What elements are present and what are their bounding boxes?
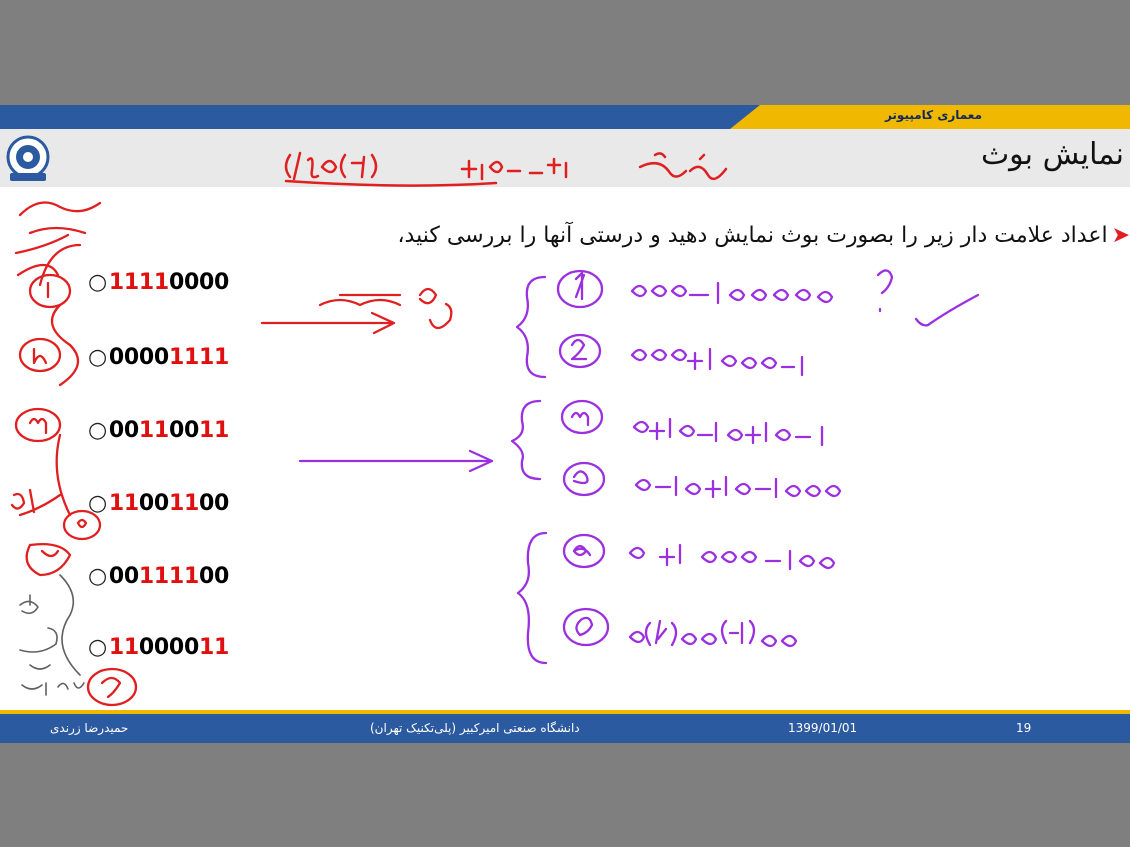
- item-digits-red: 1111: [108, 270, 169, 295]
- instruction-text: اعداد علامت دار زیر را بصورت بوث نمایش د…: [397, 223, 1108, 248]
- binary-item-2: ○00001111: [88, 345, 229, 370]
- bullet-circle-icon: ○: [88, 418, 107, 443]
- slide: معماری کامپیوتر نمایش بوث ➤اعداد علامت د…: [0, 105, 1130, 743]
- university-logo-icon: [6, 135, 50, 181]
- binary-item-3: ○00110011: [88, 418, 229, 443]
- slide-title: نمایش بوث: [980, 137, 1124, 172]
- footer-author: حمیدرضا زرندی: [50, 721, 129, 735]
- footer-page-number: 19: [1016, 721, 1032, 735]
- item-digits-red: 1111: [168, 345, 229, 370]
- top-bar: معماری کامپیوتر: [0, 105, 1130, 129]
- footer-bar: حمیدرضا زرندی دانشگاه صنعتی امیرکبیر (پل…: [0, 710, 1130, 743]
- bullet-circle-icon: ○: [88, 345, 107, 370]
- item-digits-black: 0000: [168, 270, 229, 295]
- bullet-circle-icon: ○: [88, 270, 107, 295]
- footer-date: 1399/01/01: [788, 721, 858, 735]
- item-digits-black: 0000: [108, 345, 169, 370]
- margin-ink-red: [10, 201, 453, 707]
- title-bar: نمایش بوث: [0, 129, 1130, 187]
- footer-university: دانشگاه صنعتی امیرکبیر (پلی‌تکنیک تهران): [370, 721, 580, 735]
- binary-item-5: ○00111100: [88, 564, 229, 589]
- working-ink-purple: [298, 269, 980, 665]
- binary-item-4: ○11001100: [88, 491, 229, 516]
- instruction-bullet: ➤اعداد علامت دار زیر را بصورت بوث نمایش …: [250, 223, 1130, 248]
- course-title: معماری کامپیوتر: [884, 108, 982, 122]
- margin-ink-gray: [19, 574, 85, 696]
- binary-item-6: ○11000011: [88, 635, 229, 660]
- bullet-arrow-icon: ➤: [1111, 223, 1130, 248]
- bullet-circle-icon: ○: [88, 491, 107, 516]
- bullet-circle-icon: ○: [88, 635, 107, 660]
- binary-item-1: ○11110000: [88, 270, 229, 295]
- bullet-circle-icon: ○: [88, 564, 107, 589]
